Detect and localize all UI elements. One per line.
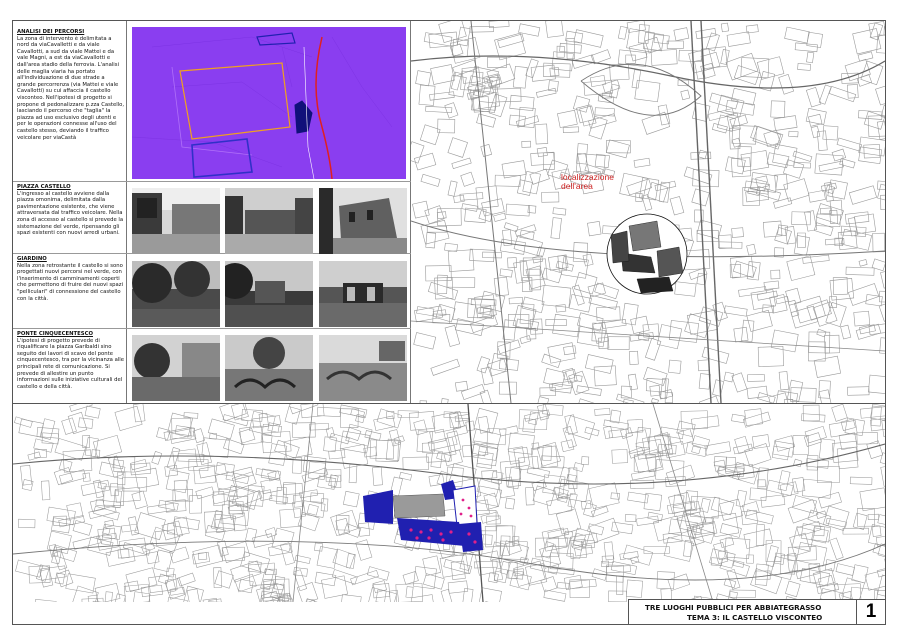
section-text: L'ingresso al castello avviene dalla pia… xyxy=(17,190,124,237)
photo-giardino-2 xyxy=(225,261,313,327)
route-analysis-diagram xyxy=(132,27,406,179)
drawing-sheet: localizzazione dell'area ANALISI DEI PER… xyxy=(12,17,900,626)
photo-piazza-3 xyxy=(319,188,407,254)
sheet-number: 1 xyxy=(865,601,877,622)
section-text: L'ipotesi di progetto prevede di riquali… xyxy=(17,337,125,390)
photo-piazza-2 xyxy=(225,188,313,254)
photo-ponte-2 xyxy=(225,335,313,401)
photo-ponte-1 xyxy=(132,335,220,401)
section-title: GIARDINO xyxy=(17,256,47,262)
title-block: TRE LUOGHI PUBBLICI PER ABBIATEGRASSO TE… xyxy=(628,599,885,624)
section-ponte: PONTE CINQUECENTESCO L'ipotesi di proget… xyxy=(17,331,125,390)
row-divider xyxy=(13,181,411,182)
section-title: PONTE CINQUECENTESCO xyxy=(17,331,93,337)
column-divider xyxy=(410,21,411,403)
column-divider xyxy=(126,21,127,403)
site-plan-map xyxy=(12,395,900,626)
section-giardino: GIARDINO Nella zona retrostante il caste… xyxy=(17,256,125,302)
city-locator-map: localizzazione dell'area xyxy=(405,17,900,423)
section-text: La zona di intervento è delimitata a nor… xyxy=(17,35,125,141)
section-analisi-percorsi: ANALISI DEI PERCORSI La zona di interven… xyxy=(17,29,125,141)
photo-giardino-1 xyxy=(132,261,220,327)
title-line-1: TRE LUOGHI PUBBLICI PER ABBIATEGRASSO xyxy=(645,603,822,612)
section-piazza-castello: PIAZZA CASTELLO L'ingresso al castello a… xyxy=(17,184,125,237)
photo-ponte-3 xyxy=(319,335,407,401)
section-text: Nella zona retrostante il castello si so… xyxy=(17,262,124,302)
section-title: PIAZZA CASTELLO xyxy=(17,184,71,190)
row-divider xyxy=(13,328,411,329)
sheet-number-box: 1 xyxy=(856,600,885,624)
photo-piazza-1 xyxy=(132,188,220,254)
photo-giardino-3 xyxy=(319,261,407,327)
section-title: ANALISI DEI PERCORSI xyxy=(17,29,85,35)
title-line-2: TEMA 3: IL CASTELLO VISCONTEO xyxy=(687,613,823,622)
localization-label: localizzazione dell'area xyxy=(561,172,614,191)
